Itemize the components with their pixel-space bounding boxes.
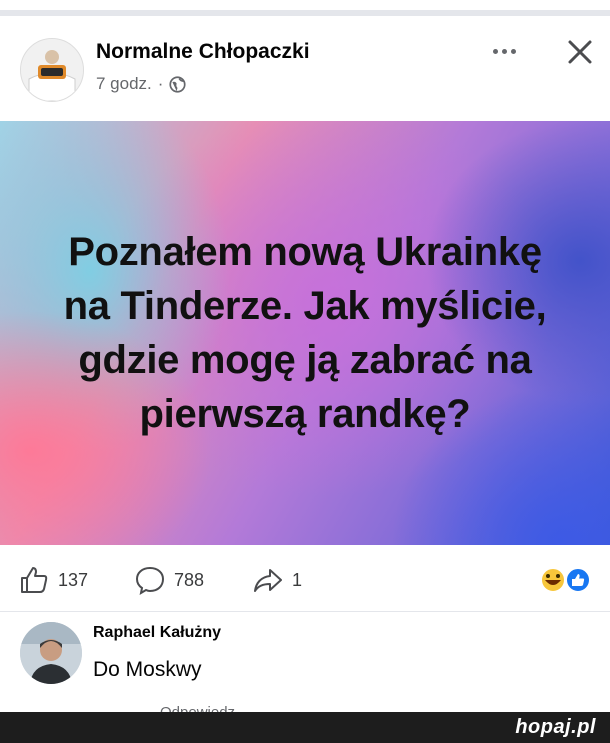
more-dot <box>510 48 516 54</box>
share-count: 1 <box>292 569 303 590</box>
more-options-button[interactable] <box>484 36 524 66</box>
more-dot <box>501 48 507 54</box>
more-dots-icon <box>492 48 498 54</box>
share-button[interactable]: 1 <box>252 564 302 596</box>
share-icon <box>254 569 282 592</box>
close-icon[interactable] <box>562 34 598 70</box>
brand-logo: hopaj.pl <box>515 716 596 738</box>
post-text: Poznałem nową Ukrainkę na Tinderze. Jak … <box>63 230 547 436</box>
page-name[interactable]: Normalne Chłopaczki <box>96 40 310 64</box>
like-count: 137 <box>58 569 89 590</box>
watermark-bar: hopaj.pl <box>0 712 610 743</box>
commenter-avatar[interactable] <box>20 622 82 684</box>
like-button[interactable]: 137 <box>18 564 88 596</box>
globe-icon <box>169 75 187 93</box>
comment-author[interactable]: Raphael Kałużny <box>93 624 221 642</box>
post-time[interactable]: 7 godz. <box>96 74 152 94</box>
comment-button[interactable]: 788 <box>134 564 204 596</box>
comment-text: Do Moskwy <box>93 658 202 681</box>
comment-count: 788 <box>174 569 205 590</box>
post-actions: 137 788 1 <box>0 546 610 612</box>
comment-item: Raphael Kałużny Do Moskwy Odpowiedz <box>0 612 610 721</box>
comment-icon <box>135 566 165 596</box>
post-meta: 7 godz. · <box>96 74 187 94</box>
post-header: Normalne Chłopaczki 7 godz. · <box>0 16 610 120</box>
meta-separator: · <box>157 74 164 93</box>
page-avatar[interactable] <box>20 38 84 102</box>
reactions-icon[interactable] <box>538 566 592 594</box>
like-icon <box>21 567 48 593</box>
post-image-text[interactable]: Poznałem nową Ukrainkę na Tinderze. Jak … <box>0 121 610 545</box>
